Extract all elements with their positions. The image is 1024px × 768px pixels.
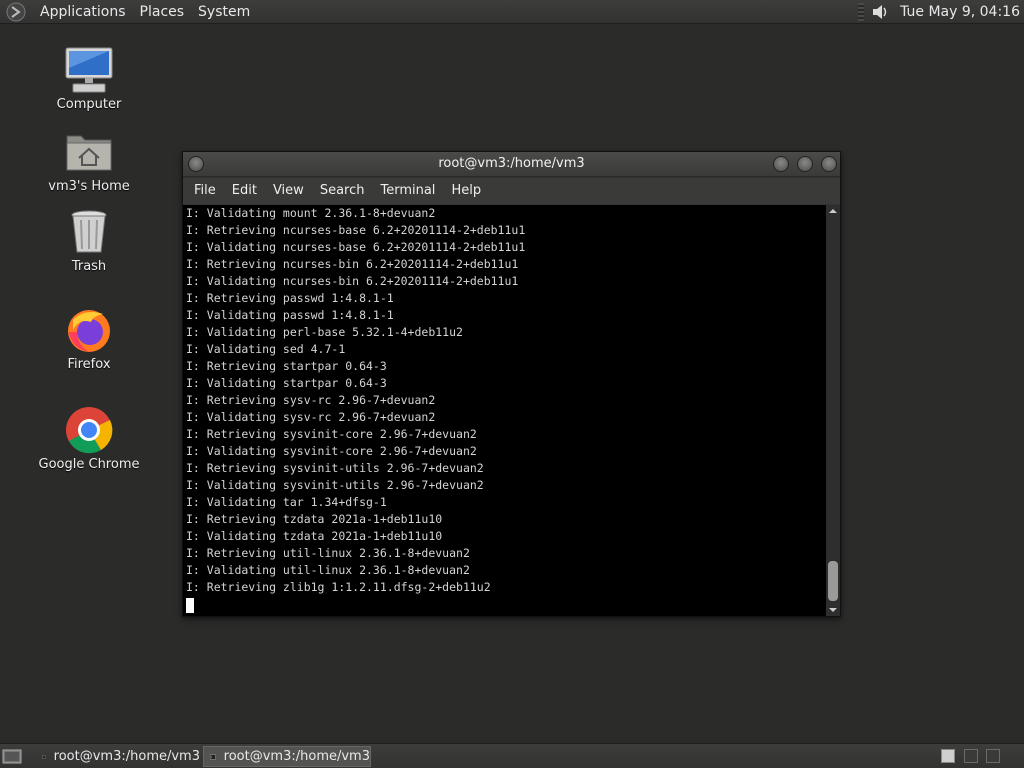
- menu-file[interactable]: File: [186, 178, 224, 204]
- terminal-menubar: File Edit View Search Terminal Help: [183, 178, 840, 204]
- workspace-2[interactable]: [964, 749, 978, 763]
- terminal-line: I: Retrieving ncurses-bin 6.2+20201114-2…: [186, 257, 519, 271]
- scroll-down-icon[interactable]: [826, 604, 840, 616]
- taskbar-item-label: root@vm3:/home/vm3: [223, 749, 370, 764]
- terminal-line: I: Validating ncurses-base 6.2+20201114-…: [186, 240, 526, 254]
- text-cursor: [186, 598, 194, 613]
- desktop-icon-trash[interactable]: Trash: [29, 208, 149, 274]
- terminal-line: I: Retrieving ncurses-base 6.2+20201114-…: [186, 223, 526, 237]
- home-folder-icon: [66, 135, 112, 171]
- terminal-line: I: Retrieving util-linux 2.36.1-8+devuan…: [186, 546, 470, 560]
- terminal-scrollbar[interactable]: [826, 205, 840, 616]
- terminal-window: root@vm3:/home/vm3 File Edit View Search…: [182, 151, 841, 617]
- terminal-line: I: Validating tar 1.34+dfsg-1: [186, 495, 387, 509]
- taskbar-item-label: root@vm3:/home/vm3: [53, 749, 200, 764]
- desktop-icon-chrome[interactable]: Google Chrome: [29, 406, 149, 472]
- desktop-icon-firefox[interactable]: Firefox: [29, 306, 149, 372]
- terminal-line: I: Retrieving sysvinit-core 2.96-7+devua…: [186, 427, 477, 441]
- firefox-icon: [68, 310, 110, 352]
- terminal-line: I: Validating ncurses-bin 6.2+20201114-2…: [186, 274, 519, 288]
- menu-edit[interactable]: Edit: [224, 178, 265, 204]
- terminal-line: I: Validating sysvinit-utils 2.96-7+devu…: [186, 478, 484, 492]
- menu-search[interactable]: Search: [312, 178, 373, 204]
- terminal-line: I: Retrieving tzdata 2021a-1+deb11u10: [186, 512, 443, 526]
- clock[interactable]: Tue May 9, 04:16: [900, 4, 1024, 20]
- terminal-line: I: Validating sed 4.7-1: [186, 342, 346, 356]
- panel-handle[interactable]: [858, 3, 865, 21]
- terminal-line: I: Validating util-linux 2.36.1-8+devuan…: [186, 563, 470, 577]
- trash-icon: [71, 210, 107, 253]
- top-panel: Applications Places System Tue May 9, 04…: [0, 0, 1024, 24]
- terminal-line: I: Validating tzdata 2021a-1+deb11u10: [186, 529, 443, 543]
- scroll-up-icon[interactable]: [826, 205, 840, 217]
- minimize-button[interactable]: [773, 156, 789, 172]
- chrome-icon: [66, 407, 113, 454]
- maximize-button[interactable]: [797, 156, 813, 172]
- workspace-1[interactable]: [941, 749, 955, 763]
- distro-logo-icon[interactable]: [6, 2, 26, 22]
- menu-applications[interactable]: Applications: [34, 0, 134, 24]
- desktop-icon-label: Firefox: [67, 357, 111, 372]
- show-desktop-icon[interactable]: [2, 747, 22, 765]
- taskbar-item[interactable]: root@vm3:/home/vm3: [36, 746, 200, 767]
- close-button[interactable]: [821, 156, 837, 172]
- terminal-line: I: Retrieving startpar 0.64-3: [186, 359, 387, 373]
- terminal-icon: [210, 754, 216, 759]
- top-panel-tray: Tue May 9, 04:16: [858, 0, 1024, 24]
- volume-icon[interactable]: [870, 2, 890, 22]
- terminal-line: I: Retrieving zlib1g 1:1.2.11.dfsg-2+deb…: [186, 580, 491, 594]
- terminal-icon: [42, 754, 46, 759]
- terminal-line: I: Retrieving sysvinit-utils 2.96-7+devu…: [186, 461, 484, 475]
- terminal-prompt-line: [186, 596, 826, 613]
- terminal-output[interactable]: I: Validating mount 2.36.1-8+devuan2 I: …: [183, 205, 826, 616]
- workspace-3[interactable]: [986, 749, 1000, 763]
- terminal-line: I: Validating sysv-rc 2.96-7+devuan2: [186, 410, 436, 424]
- taskbar-item-active[interactable]: root@vm3:/home/vm3: [203, 746, 371, 767]
- desktop-icon-home[interactable]: vm3's Home: [29, 128, 149, 194]
- desktop-icon-label: Computer: [56, 97, 122, 112]
- terminal-line: I: Validating mount 2.36.1-8+devuan2: [186, 206, 436, 220]
- bottom-panel: root@vm3:/home/vm3 root@vm3:/home/vm3: [0, 743, 1024, 768]
- menu-system[interactable]: System: [192, 0, 258, 24]
- menu-terminal[interactable]: Terminal: [372, 178, 443, 204]
- top-menu: Applications Places System: [0, 0, 258, 24]
- terminal-line: I: Validating startpar 0.64-3: [186, 376, 387, 390]
- terminal-line: I: Validating perl-base 5.32.1-4+deb11u2: [186, 325, 463, 339]
- terminal-line: I: Retrieving sysv-rc 2.96-7+devuan2: [186, 393, 436, 407]
- scroll-thumb[interactable]: [828, 561, 838, 601]
- desktop-icon-label: vm3's Home: [48, 179, 130, 194]
- window-titlebar[interactable]: root@vm3:/home/vm3: [183, 152, 840, 177]
- terminal-line: I: Validating sysvinit-core 2.96-7+devua…: [186, 444, 477, 458]
- window-title: root@vm3:/home/vm3: [438, 156, 585, 171]
- menu-places[interactable]: Places: [134, 0, 193, 24]
- menu-view[interactable]: View: [265, 178, 312, 204]
- computer-icon: [65, 47, 113, 93]
- desktop-icon-label: Google Chrome: [38, 457, 140, 472]
- terminal-line: I: Retrieving passwd 1:4.8.1-1: [186, 291, 394, 305]
- menu-help[interactable]: Help: [443, 178, 489, 204]
- desktop-icon-computer[interactable]: Computer: [29, 46, 149, 112]
- desktop-icon-label: Trash: [71, 259, 107, 274]
- terminal-line: I: Validating passwd 1:4.8.1-1: [186, 308, 394, 322]
